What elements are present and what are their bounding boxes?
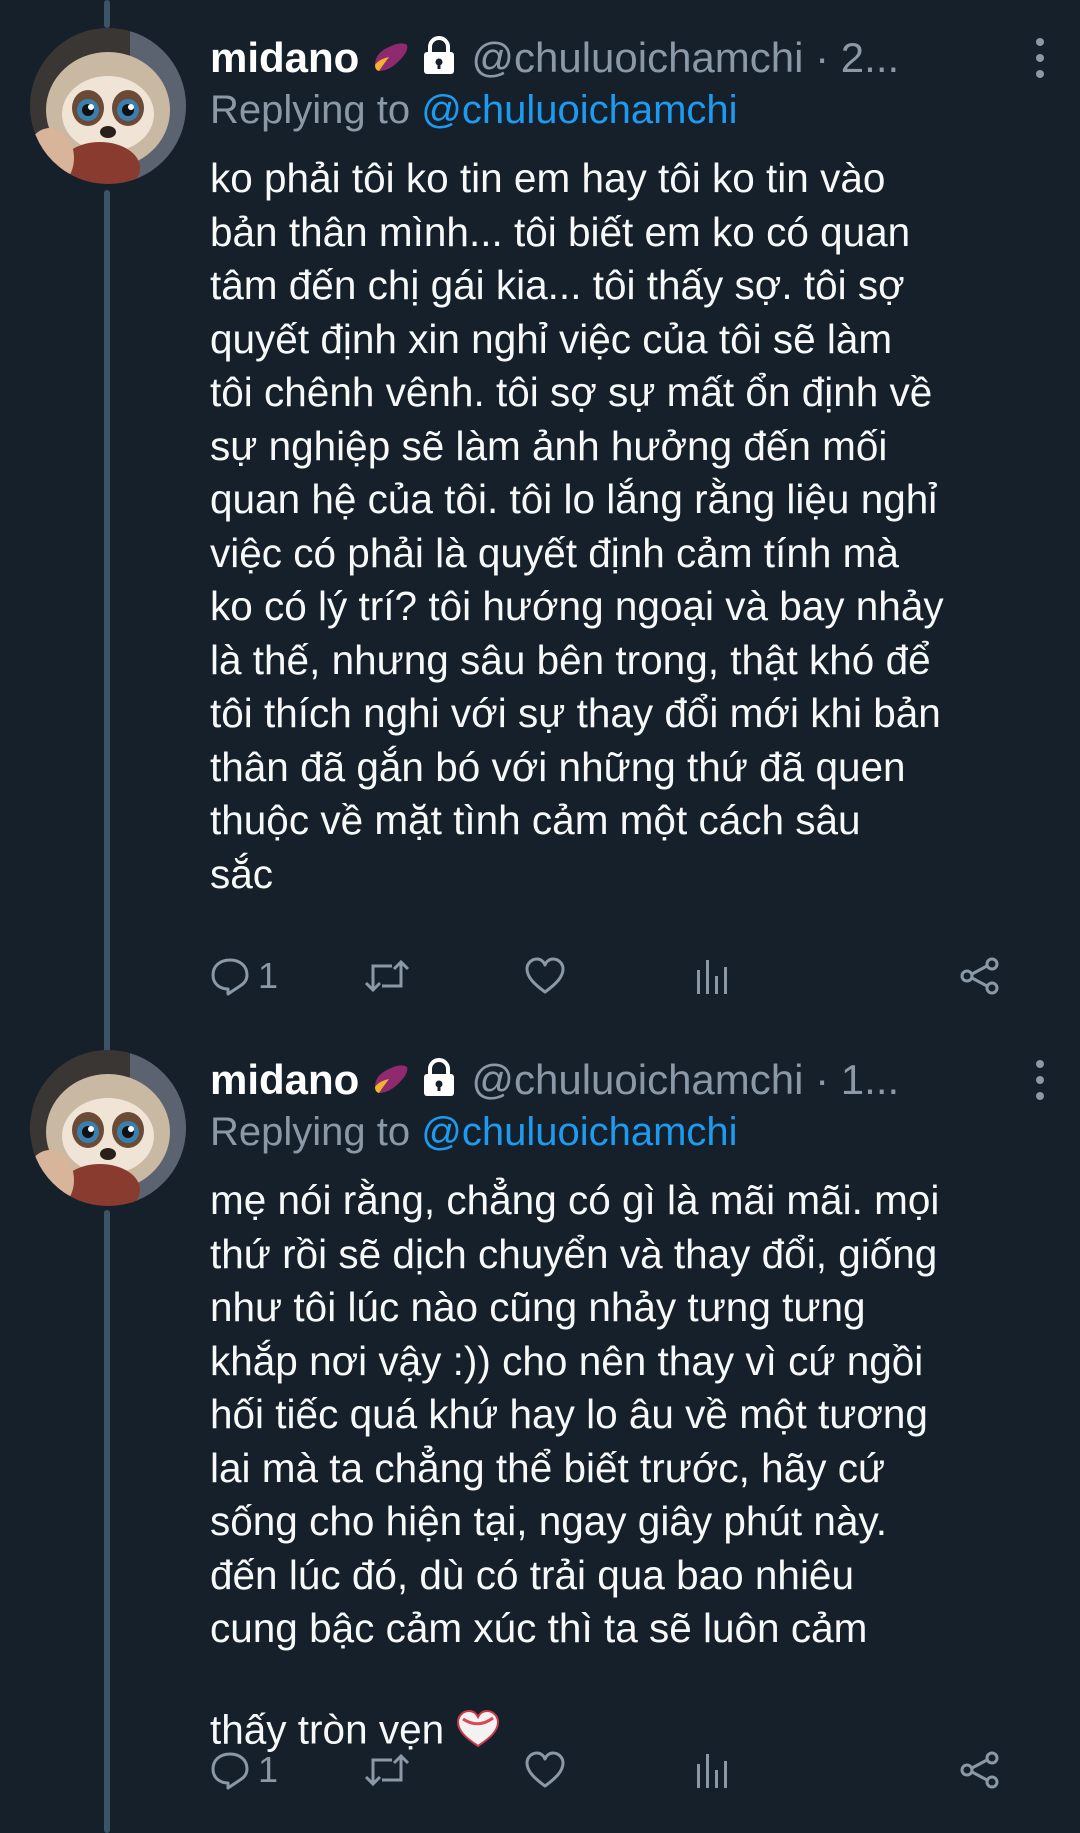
- retweet-button[interactable]: [364, 946, 410, 1006]
- sweet-potato-emoji: [369, 1057, 411, 1104]
- display-name[interactable]: midano: [210, 34, 359, 82]
- reply-icon: [210, 956, 250, 996]
- more-vertical-icon[interactable]: [1030, 34, 1050, 87]
- tweet-header: midano @chuluoichamchi · 2...: [210, 28, 1050, 88]
- analytics-icon: [694, 956, 730, 996]
- avatar[interactable]: [30, 28, 186, 184]
- share-icon: [958, 956, 1002, 996]
- tweet-actions: 1: [210, 1740, 1020, 1800]
- tweet-header: midano @chuluoichamchi · 1...: [210, 1050, 1050, 1110]
- share-icon: [958, 1750, 1002, 1790]
- analytics-button[interactable]: [694, 946, 730, 1006]
- heart-icon: [524, 1750, 566, 1790]
- reply-icon: [210, 1750, 250, 1790]
- replying-prefix: Replying to: [210, 88, 422, 132]
- tweet[interactable]: midano @chuluoichamchi · 1... Replying t…: [0, 1022, 1080, 1833]
- tweet-actions: 1: [210, 946, 1020, 1006]
- tweet-text: ko phải tôi ko tin em hay tôi ko tin vào…: [210, 155, 944, 897]
- display-name[interactable]: midano: [210, 1056, 359, 1104]
- avatar[interactable]: [30, 1050, 186, 1206]
- retweet-icon: [364, 956, 410, 996]
- analytics-button[interactable]: [694, 1740, 730, 1800]
- mention-link[interactable]: @chuluoichamchi: [421, 88, 737, 132]
- share-button[interactable]: [958, 1740, 1002, 1800]
- lock-icon: [421, 1057, 457, 1103]
- reply-count: 1: [258, 955, 279, 996]
- reply-button[interactable]: 1: [210, 946, 278, 1006]
- tweet-text: mẹ nói rằng, chẳng có gì là mãi mãi. mọi…: [210, 1174, 1040, 1763]
- handle-and-time[interactable]: @chuluoichamchi · 1...: [471, 1056, 899, 1104]
- retweet-icon: [364, 1750, 410, 1790]
- sweet-potato-emoji: [369, 35, 411, 82]
- reply-count: 1: [258, 1749, 279, 1790]
- replying-to: Replying to @chuluoichamchi: [210, 88, 738, 133]
- share-button[interactable]: [958, 946, 1002, 1006]
- tweet[interactable]: midano @chuluoichamchi · 2... Replying t…: [0, 0, 1080, 1030]
- replying-prefix: Replying to: [210, 1110, 422, 1154]
- tweet-text-content: mẹ nói rằng, chẳng có gì là mãi mãi. mọi…: [210, 1177, 940, 1752]
- retweet-button[interactable]: [364, 1740, 410, 1800]
- like-button[interactable]: [524, 946, 566, 1006]
- replying-to: Replying to @chuluoichamchi: [210, 1110, 738, 1155]
- handle-and-time[interactable]: @chuluoichamchi · 2...: [471, 34, 899, 82]
- lock-icon: [421, 35, 457, 81]
- reply-button[interactable]: 1: [210, 1740, 278, 1800]
- like-button[interactable]: [524, 1740, 566, 1800]
- heart-icon: [524, 956, 566, 996]
- more-vertical-icon[interactable]: [1030, 1056, 1050, 1109]
- mention-link[interactable]: @chuluoichamchi: [421, 1110, 737, 1154]
- analytics-icon: [694, 1750, 730, 1790]
- twitter-thread: midano @chuluoichamchi · 2... Replying t…: [0, 0, 1080, 1833]
